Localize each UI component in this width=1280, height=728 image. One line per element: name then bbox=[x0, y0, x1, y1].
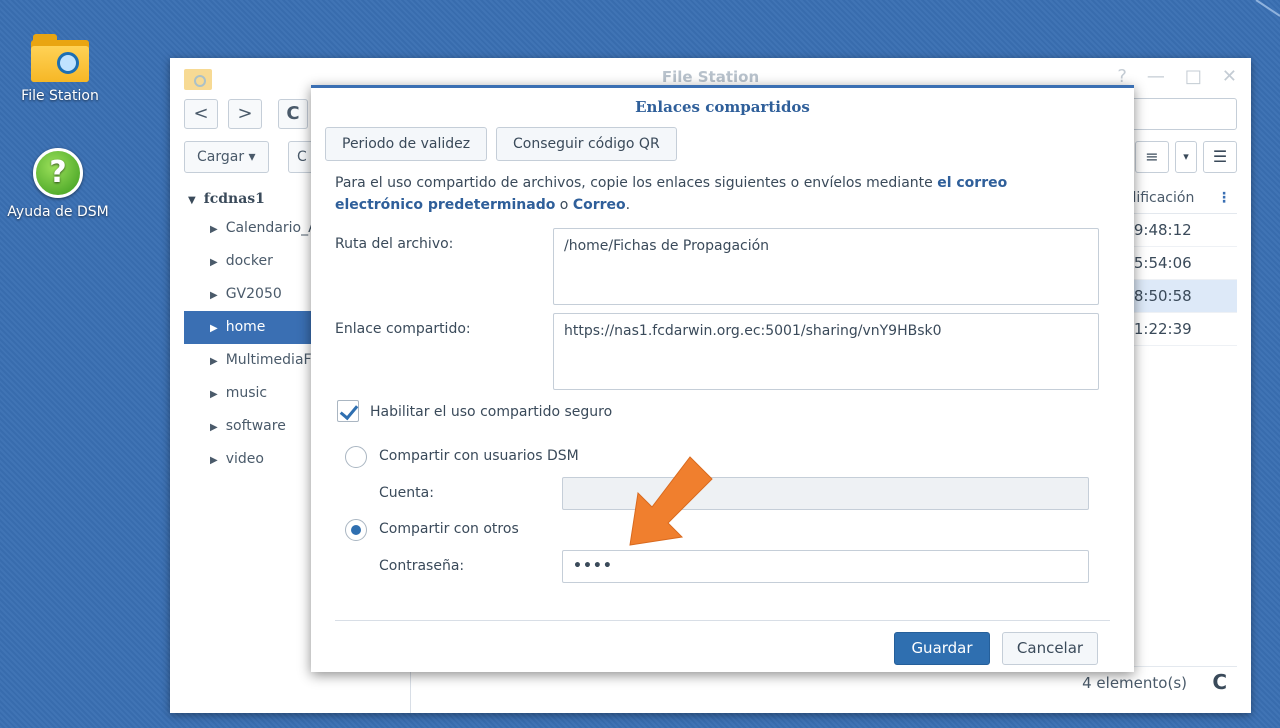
tree-item-label: docker bbox=[225, 253, 273, 269]
tree-item-label: home bbox=[225, 319, 266, 335]
desc-text: . bbox=[625, 197, 631, 213]
dialog-description: Para el uso compartido de archivos, copi… bbox=[335, 172, 1035, 216]
desc-link-default-mail[interactable]: el correo bbox=[937, 175, 1007, 191]
desc-text: Para el uso compartido de archivos, copi… bbox=[335, 175, 938, 191]
desktop-icon-file-station[interactable]: File Station bbox=[2, 34, 118, 104]
minimize-icon[interactable]: — bbox=[1147, 66, 1165, 87]
chevron-left-icon: < bbox=[193, 103, 209, 124]
file-path-field[interactable]: /home/Fichas de Propagación bbox=[553, 228, 1099, 305]
desktop-icon-label: File Station bbox=[21, 88, 99, 104]
tree-item-label: software bbox=[225, 418, 286, 434]
secure-share-label: Habilitar el uso compartido seguro bbox=[370, 404, 613, 420]
refresh-button[interactable]: C bbox=[278, 99, 308, 129]
share-link-field[interactable]: https://nas1.fcdarwin.org.ec:5001/sharin… bbox=[553, 313, 1099, 390]
caret-right-icon: ▶ bbox=[210, 389, 218, 400]
share-others-label: Compartir con otros bbox=[379, 521, 519, 537]
password-label: Contraseña: bbox=[379, 558, 465, 574]
share-dsm-users-radio[interactable] bbox=[345, 446, 367, 468]
file-path-label: Ruta del archivo: bbox=[335, 236, 454, 252]
file-station-folder-icon bbox=[31, 34, 89, 82]
upload-button[interactable]: Cargar ▾ bbox=[184, 141, 269, 173]
caret-right-icon: ▶ bbox=[210, 356, 218, 367]
desc-text: o bbox=[555, 197, 573, 213]
close-icon[interactable]: ✕ bbox=[1222, 66, 1237, 87]
chevron-right-icon: > bbox=[237, 103, 253, 124]
validity-period-button[interactable]: Periodo de validez bbox=[325, 127, 488, 161]
list-view-icon[interactable]: ≡ bbox=[1135, 141, 1169, 173]
save-button[interactable]: Guardar bbox=[894, 632, 990, 665]
chevron-down-icon[interactable]: ▾ bbox=[1175, 141, 1197, 173]
secure-share-checkbox[interactable] bbox=[337, 400, 359, 422]
desktop-corner-mark bbox=[1255, 0, 1280, 17]
tree-item-label: MultimediaF bbox=[225, 352, 312, 368]
back-button[interactable]: < bbox=[184, 99, 218, 129]
desktop-icon-label: Ayuda de DSM bbox=[7, 204, 109, 220]
desc-link-default-mail-cont[interactable]: electrónico predeterminado bbox=[335, 197, 555, 213]
create-label: C bbox=[297, 149, 307, 165]
window-controls: ? — □ ✕ bbox=[1117, 66, 1237, 87]
tree-item-label: Calendario_A bbox=[225, 220, 318, 236]
column-menu-icon[interactable]: ⋮ bbox=[1217, 182, 1231, 213]
dialog-title: Enlaces compartidos bbox=[635, 98, 810, 116]
desktop-icon-dsm-help[interactable]: ? Ayuda de DSM bbox=[0, 148, 116, 220]
upload-label: Cargar ▾ bbox=[197, 149, 256, 165]
account-label: Cuenta: bbox=[379, 485, 434, 501]
view-controls: ≡ ▾ ☰ bbox=[1135, 141, 1237, 173]
share-link-label: Enlace compartido: bbox=[335, 321, 471, 337]
caret-right-icon: ▶ bbox=[210, 257, 218, 268]
orange-arrow-icon bbox=[629, 456, 713, 546]
caret-right-icon: ▶ bbox=[210, 455, 218, 466]
qr-code-button[interactable]: Conseguir código QR bbox=[496, 127, 677, 161]
caret-right-icon: ▶ bbox=[210, 224, 218, 235]
desc-link-mail[interactable]: Correo bbox=[573, 197, 626, 213]
tree-item-label: music bbox=[225, 385, 268, 401]
footer-refresh-icon[interactable]: C bbox=[1212, 670, 1227, 694]
help-icon[interactable]: ? bbox=[1117, 66, 1127, 87]
tree-item-label: GV2050 bbox=[225, 286, 282, 302]
shared-links-dialog: Enlaces compartidos Periodo de validez C… bbox=[311, 85, 1134, 672]
cancel-button[interactable]: Cancelar bbox=[1002, 632, 1098, 665]
dialog-footer-divider bbox=[335, 620, 1110, 621]
help-question-icon: ? bbox=[33, 148, 83, 198]
caret-right-icon: ▶ bbox=[210, 422, 218, 433]
caret-right-icon: ▶ bbox=[210, 323, 218, 334]
item-count: 4 elemento(s) bbox=[1082, 674, 1187, 692]
search-input[interactable] bbox=[1117, 98, 1237, 130]
caret-down-icon: ▼ bbox=[188, 195, 196, 206]
sort-icon[interactable]: ☰ bbox=[1203, 141, 1237, 173]
window-title: File Station bbox=[661, 68, 760, 86]
refresh-icon: C bbox=[286, 103, 300, 124]
forward-button[interactable]: > bbox=[228, 99, 262, 129]
tree-item-label: video bbox=[225, 451, 264, 467]
share-dsm-users-label: Compartir con usuarios DSM bbox=[379, 448, 579, 464]
maximize-icon[interactable]: □ bbox=[1185, 66, 1202, 87]
share-others-radio[interactable] bbox=[345, 519, 367, 541]
caret-right-icon: ▶ bbox=[210, 290, 218, 301]
tree-root-label: fcdnas1 bbox=[203, 191, 265, 207]
